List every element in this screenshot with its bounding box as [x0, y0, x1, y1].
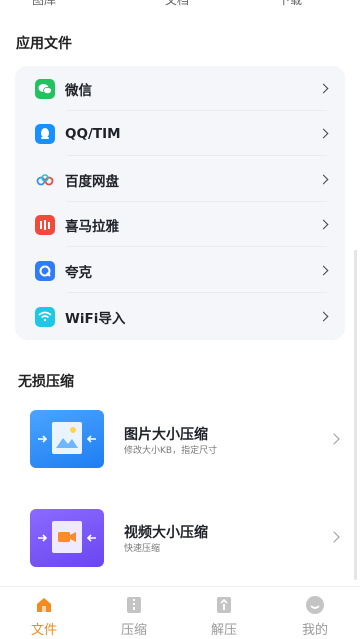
apps-card: 微信 QQ/TIM 百度网盘 喜马拉雅 夸克 WiFi导入 — [15, 66, 345, 340]
tool-title: 图片大小压缩 — [124, 427, 208, 443]
cutoff-label: 下载 — [278, 0, 303, 7]
chevron-right-icon — [328, 433, 340, 445]
tab-label: 压缩 — [120, 623, 147, 638]
chevron-right-icon — [318, 128, 329, 139]
quark-icon — [35, 260, 55, 281]
chevron-right-icon — [318, 83, 329, 94]
chevron-right-icon — [318, 311, 329, 322]
image-compress-icon — [30, 410, 104, 468]
tab-files[interactable]: 文件 — [14, 587, 74, 639]
app-row-quark[interactable]: 夸克 — [15, 248, 345, 293]
tab-label: 解压 — [210, 623, 237, 638]
app-label: 百度网盘 — [65, 173, 119, 190]
app-row-wifi[interactable]: WiFi导入 — [15, 294, 345, 339]
ximalaya-icon — [35, 214, 55, 235]
app-label: 喜马拉雅 — [65, 218, 119, 235]
tab-profile[interactable]: 我的 — [285, 587, 345, 639]
tool-subtitle: 快速压缩 — [124, 544, 161, 554]
unzip-icon — [214, 595, 234, 615]
chevron-right-icon — [318, 265, 329, 276]
tool-subtitle: 修改大小KB，指定尺寸 — [124, 446, 218, 456]
tools-section-title: 无损压缩 — [18, 374, 74, 390]
app-label: 微信 — [65, 82, 92, 99]
app-label: QQ/TIM — [65, 125, 121, 142]
scrollbar[interactable] — [354, 250, 357, 580]
app-row-baidu[interactable]: 百度网盘 — [15, 157, 345, 202]
video-compress-icon — [30, 509, 104, 567]
tab-compress[interactable]: 压缩 — [104, 587, 164, 639]
home-icon — [34, 595, 54, 615]
app-row-qq[interactable]: QQ/TIM — [15, 111, 345, 156]
cutoff-label: 文档 — [165, 0, 190, 7]
tab-label: 我的 — [301, 623, 328, 638]
app-row-wechat[interactable]: 微信 — [15, 66, 345, 111]
wechat-icon — [35, 78, 55, 99]
app-label: WiFi导入 — [65, 310, 126, 327]
wifi-icon — [35, 306, 55, 327]
apps-section-title: 应用文件 — [16, 36, 72, 52]
profile-icon — [305, 595, 325, 615]
chevron-right-icon — [328, 531, 340, 543]
chevron-right-icon — [318, 219, 329, 230]
bottom-tab-bar: 文件 压缩 解压 我的 — [0, 586, 360, 639]
top-cutoff-row: 图库 文档 下载 — [0, 0, 360, 8]
tool-row-image-compress[interactable]: 图片大小压缩 修改大小KB，指定尺寸 — [0, 410, 360, 480]
tool-title: 视频大小压缩 — [124, 525, 208, 541]
cutoff-label: 图库 — [32, 0, 57, 7]
tool-row-video-compress[interactable]: 视频大小压缩 快速压缩 — [0, 509, 360, 579]
baidu-netdisk-icon — [35, 170, 55, 190]
qq-icon — [35, 123, 55, 144]
chevron-right-icon — [318, 174, 329, 185]
app-row-ximalaya[interactable]: 喜马拉雅 — [15, 202, 345, 247]
tab-label: 文件 — [30, 623, 57, 638]
zip-icon — [124, 595, 144, 615]
app-label: 夸克 — [65, 264, 92, 281]
tab-extract[interactable]: 解压 — [194, 587, 254, 639]
